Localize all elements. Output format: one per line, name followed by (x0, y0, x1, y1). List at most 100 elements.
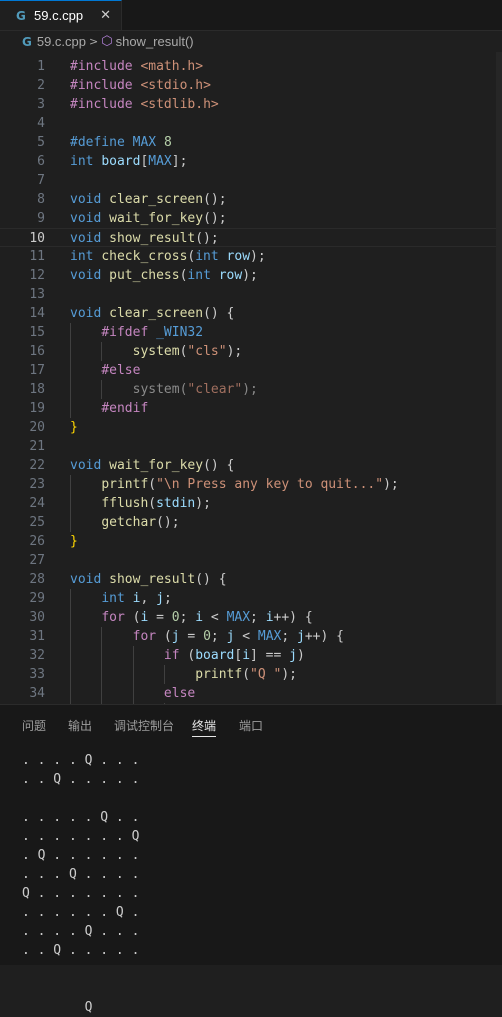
code-line[interactable]: 14 void clear_screen() { (0, 304, 502, 323)
code-text: #endif (101, 401, 149, 416)
line-number: 23 (29, 477, 45, 492)
panel-tabs: 问题 输出 调试控制台 终端 端口 (0, 705, 502, 742)
code-line[interactable]: 26} (0, 532, 502, 551)
code-line[interactable]: 3 #include <stdlib.h> (0, 95, 502, 114)
tab-output[interactable]: 输出 (68, 717, 92, 734)
line-number: 16 (29, 344, 45, 359)
code-line[interactable]: 8 void clear_screen(); (0, 190, 502, 209)
breadcrumb-symbol[interactable]: show_result() (116, 34, 194, 49)
code-line[interactable]: 16 system("cls"); (0, 342, 502, 361)
code-line[interactable]: 4 (0, 114, 502, 133)
code-line[interactable]: 24 fflush(stdin); (0, 494, 502, 513)
code-line[interactable]: 15 #ifdef _WIN32 (0, 323, 502, 342)
line-number: 13 (29, 287, 45, 302)
terminal-line: . . . . . . . Q (22, 829, 140, 844)
line-number: 24 (29, 496, 45, 511)
breadcrumb-file[interactable]: 59.c.cpp (37, 34, 86, 49)
code-line[interactable]: 18 system("clear"); (0, 380, 502, 399)
bottom-panel: 问题 输出 调试控制台 终端 端口 . . . . Q . . . . . Q .… (0, 704, 502, 1015)
line-number: 25 (29, 515, 45, 530)
tab-label: 59.c.cpp (34, 8, 84, 23)
code-text: #include <math.h> (70, 59, 204, 74)
code-text: if (board[i] == j) (163, 648, 305, 663)
code-line[interactable]: 33 printf("Q "); (0, 665, 502, 684)
code-text: getchar(); (101, 515, 180, 530)
tab-terminal[interactable]: 终端 (192, 717, 217, 737)
code-line[interactable]: 7 (0, 171, 502, 190)
code-line[interactable]: 22 void wait_for_key() { (0, 456, 502, 475)
code-text: int check_cross(int row); (70, 249, 266, 264)
code-line[interactable]: 29 int i, j; (0, 589, 502, 608)
terminal-line: . . Q . . . . . (22, 772, 140, 787)
tab-ports[interactable]: 端口 (239, 717, 263, 734)
code-line[interactable]: 19 #endif (0, 399, 502, 418)
line-number: 11 (29, 249, 45, 264)
line-number: 20 (29, 420, 45, 435)
code-line[interactable]: 27 (0, 551, 502, 570)
code-text: int i, j; (101, 591, 172, 606)
code-line[interactable]: 5 #define MAX 8 (0, 133, 502, 152)
code-line[interactable]: 28 void show_result() { (0, 570, 502, 589)
code-text: fflush(stdin); (101, 496, 211, 511)
code-line[interactable]: 32 if (board[i] == j) (0, 646, 502, 665)
editor-tab-bar: G 59.c.cpp ✕ (0, 0, 502, 31)
code-text: #define MAX 8 (70, 135, 172, 150)
code-line[interactable]: 12 void put_chess(int row); (0, 266, 502, 285)
code-line[interactable]: 30 for (i = 0; i < MAX; i++) { (0, 608, 502, 627)
cpp-file-icon: G (16, 8, 26, 23)
code-line[interactable]: 17 #else (0, 361, 502, 380)
code-text: void wait_for_key(); (70, 211, 227, 226)
code-text: } (70, 420, 78, 435)
line-number: 6 (37, 154, 45, 169)
terminal-output[interactable]: . . . . Q . . . . . Q . . . . . . . . . . … (22, 751, 139, 1017)
line-number: 19 (29, 401, 45, 416)
terminal-line: Q . . . . . . . (22, 886, 140, 901)
code-line[interactable]: 25 getchar(); (0, 513, 502, 532)
code-line[interactable]: 34 else (0, 684, 502, 703)
code-text: } (70, 534, 78, 549)
code-line[interactable]: 20} (0, 418, 502, 437)
code-text: printf("\n Press any key to quit..."); (101, 477, 399, 492)
line-number: 7 (37, 173, 45, 188)
code-text: system("cls"); (132, 344, 243, 359)
code-editor[interactable]: 1 #include <math.h> 2 #include <stdio.h> 3 #i… (0, 52, 502, 704)
editor-scrollbar[interactable] (496, 52, 502, 704)
line-number: 32 (29, 648, 45, 663)
tab-problems[interactable]: 问题 (22, 717, 46, 734)
code-line[interactable]: 21 (0, 437, 502, 456)
code-text: #else (101, 363, 141, 378)
code-text: void wait_for_key() { (70, 458, 235, 473)
code-line[interactable]: 13 (0, 285, 502, 304)
line-number: 10 (29, 231, 45, 246)
tab-debug-console[interactable]: 调试控制台 (114, 717, 174, 734)
code-text: system("clear"); (132, 382, 258, 397)
cpp-file-icon: G (22, 34, 32, 49)
code-line[interactable]: 9 void wait_for_key(); (0, 209, 502, 228)
terminal-line: . . . . . . Q . (22, 905, 140, 920)
line-number: 34 (29, 686, 45, 701)
code-text: void show_result() { (70, 572, 227, 587)
line-number: 1 (37, 59, 45, 74)
terminal-line: . . . Q . . . . (22, 867, 140, 882)
code-line[interactable]: 23 printf("\n Press any key to quit...")… (0, 475, 502, 494)
code-line[interactable]: 11 int check_cross(int row); (0, 247, 502, 266)
close-icon[interactable]: ✕ (100, 8, 111, 23)
code-line[interactable]: 31 for (j = 0; j < MAX; j++) { (0, 627, 502, 646)
code-text: void clear_screen(); (70, 192, 227, 207)
line-number: 4 (37, 116, 45, 131)
code-text: #include <stdlib.h> (70, 97, 219, 112)
line-number: 3 (37, 97, 45, 112)
terminal-line: . . . . Q . . . (22, 924, 140, 939)
tab-59-c-cpp[interactable]: G 59.c.cpp ✕ (0, 0, 122, 30)
code-line[interactable]: 1 #include <math.h> (0, 57, 502, 76)
terminal-line: Q (22, 1000, 93, 1015)
code-text: void clear_screen() { (70, 306, 235, 321)
code-line[interactable]: 10 void show_result(); (0, 228, 502, 247)
code-line[interactable]: 2 #include <stdio.h> (0, 76, 502, 95)
code-line[interactable]: 6 int board[MAX]; (0, 152, 502, 171)
line-number: 27 (29, 553, 45, 568)
code-text: #include <stdio.h> (70, 78, 211, 93)
line-number: 18 (29, 382, 45, 397)
